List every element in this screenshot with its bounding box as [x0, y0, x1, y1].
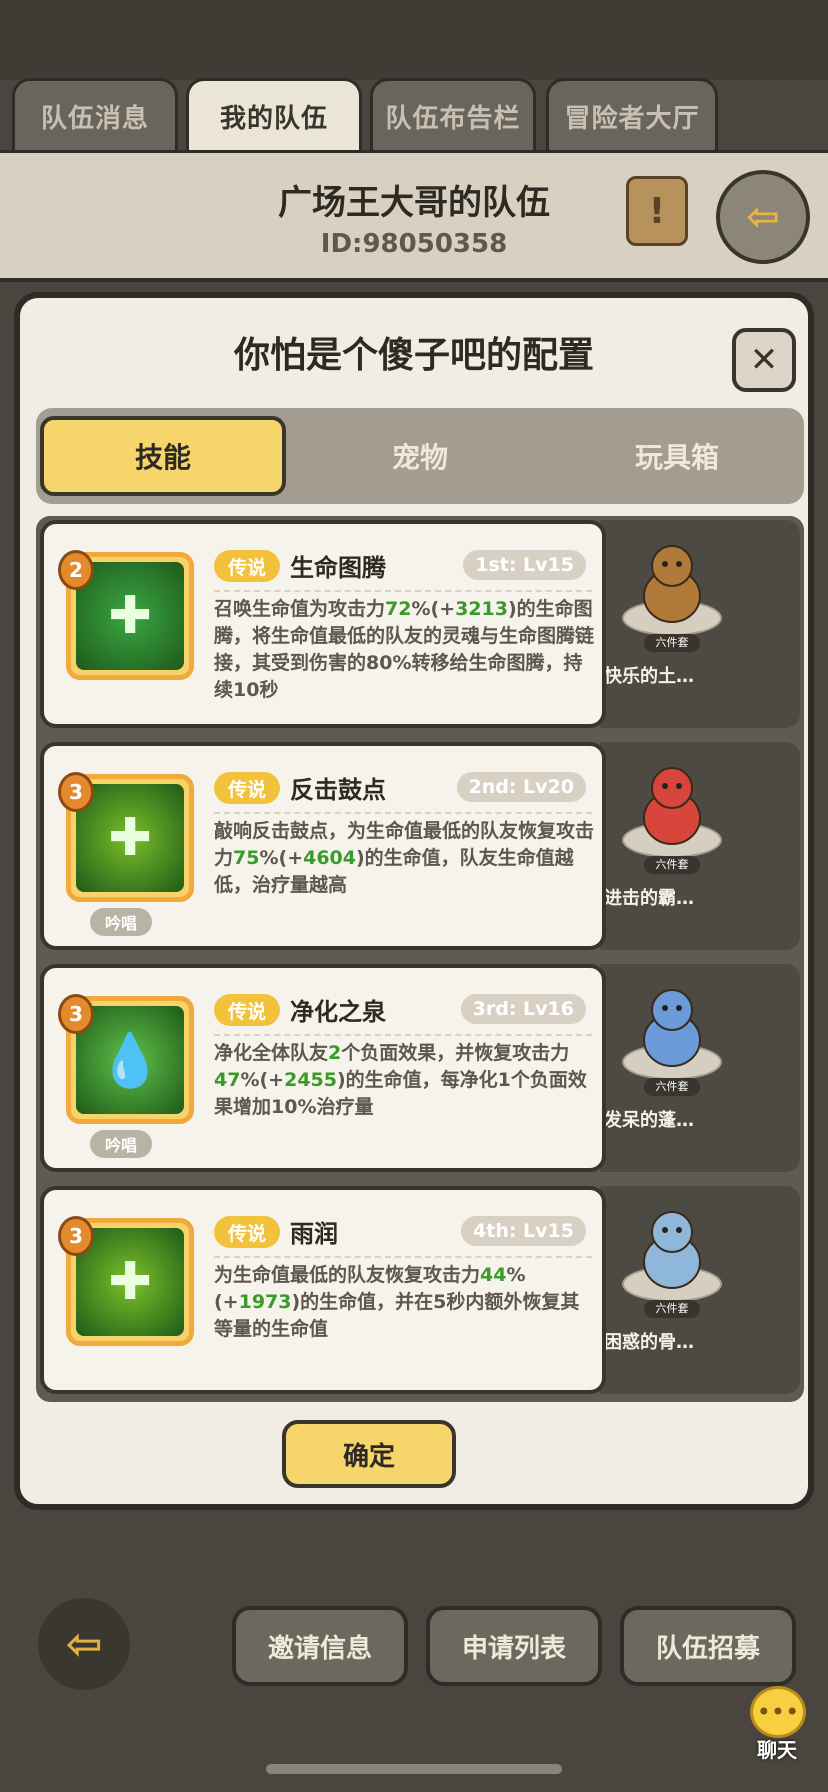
- pet-figure-icon: [643, 545, 701, 623]
- skill-description: 为生命值最低的队友恢复攻击力44%(+1973)的生命值，并在5秒内额外恢复其等…: [214, 1262, 598, 1343]
- skill-row[interactable]: 六件套 困惑的骨… ✚ 3 传说 雨润 4th: Lv15 为生命值最低的队友恢…: [40, 1186, 800, 1398]
- desc-fragment: 1973: [238, 1291, 292, 1313]
- skills-list: 六件套 快乐的土… ✚ 2 传说 生命图腾 1st: Lv15 召唤生命值为攻击…: [36, 516, 804, 1402]
- pet-slot[interactable]: 六件套 进击的霸…: [600, 742, 800, 950]
- desc-fragment: %(+: [240, 1069, 285, 1091]
- desc-fragment: 44: [480, 1264, 507, 1286]
- exit-team-icon[interactable]: ⇦: [716, 170, 810, 264]
- legend-badge: 传说: [214, 1216, 280, 1248]
- chat-button[interactable]: ••• 聊天: [742, 1686, 812, 1762]
- desc-fragment: 3213: [455, 598, 508, 620]
- chant-tag: 吟唱: [90, 1130, 152, 1158]
- pet-name: 进击的霸…: [604, 888, 694, 909]
- invite-info-button[interactable]: 邀请信息: [232, 1606, 408, 1686]
- tab-pets[interactable]: 宠物: [297, 416, 543, 496]
- tab-team-messages[interactable]: 队伍消息: [12, 78, 178, 152]
- team-tabs: 队伍消息 我的队伍 队伍布告栏 冒险者大厅: [0, 78, 828, 152]
- back-arrow-icon: ⇦: [65, 1618, 103, 1670]
- config-subtabs: 技能 宠物 玩具箱: [36, 408, 804, 504]
- pet-set-tag: 六件套: [644, 856, 700, 874]
- pet-name: 困惑的骨…: [604, 1332, 694, 1353]
- skill-row[interactable]: 六件套 快乐的土… ✚ 2 传说 生命图腾 1st: Lv15 召唤生命值为攻击…: [40, 520, 800, 732]
- skill-card[interactable]: 💧 3 吟唱 传说 净化之泉 3rd: Lv16 净化全体队友2个负面效果，并恢…: [40, 964, 606, 1172]
- legend-badge: 传说: [214, 550, 280, 582]
- skill-name: 雨润: [290, 1220, 338, 1248]
- tab-my-team[interactable]: 我的队伍: [186, 78, 362, 152]
- desc-fragment: %(+: [259, 847, 304, 869]
- pet-set-tag: 六件套: [644, 634, 700, 652]
- team-id: ID:98050358: [320, 229, 508, 259]
- skill-description: 敲响反击鼓点，为生命值最低的队友恢复攻击力75%(+4604)的生命值，队友生命…: [214, 818, 598, 899]
- confirm-button[interactable]: 确定: [282, 1420, 456, 1488]
- modal-title: 你怕是个傻子吧的配置: [233, 335, 594, 376]
- tab-skills[interactable]: 技能: [40, 416, 286, 496]
- skill-level-badge: 2nd: Lv20: [456, 772, 586, 802]
- tab-team-bulletin[interactable]: 队伍布告栏: [370, 78, 536, 152]
- divider: [214, 1256, 592, 1258]
- pet-figure-icon: [643, 989, 701, 1067]
- pet-name: 发呆的蓬…: [604, 1110, 694, 1131]
- team-header: 广场王大哥的队伍 ID:98050358: [0, 150, 828, 282]
- legend-badge: 传说: [214, 772, 280, 804]
- desc-fragment: 个负面效果，并恢复攻击力: [341, 1042, 570, 1064]
- desc-fragment: 4604: [303, 847, 356, 869]
- chant-tag: 吟唱: [90, 908, 152, 936]
- notice-scroll-icon[interactable]: !: [626, 176, 688, 246]
- team-name: 广场王大哥的队伍: [278, 183, 550, 223]
- pet-slot[interactable]: 六件套 困惑的骨…: [600, 1186, 800, 1394]
- skill-card[interactable]: ✚ 3 吟唱 传说 反击鼓点 2nd: Lv20 敲响反击鼓点，为生命值最低的队…: [40, 742, 606, 950]
- divider: [214, 812, 592, 814]
- desc-fragment: 净化全体队友: [214, 1042, 329, 1064]
- back-button[interactable]: ⇦: [38, 1598, 130, 1690]
- skill-level-badge: 1st: Lv15: [463, 550, 586, 580]
- apply-list-button[interactable]: 申请列表: [426, 1606, 602, 1686]
- pet-name: 快乐的土…: [604, 666, 694, 687]
- skill-card[interactable]: ✚ 3 传说 雨润 4th: Lv15 为生命值最低的队友恢复攻击力44%(+1…: [40, 1186, 606, 1394]
- desc-fragment: 47: [214, 1069, 241, 1091]
- skill-rank-badge: 3: [58, 772, 94, 812]
- config-modal: 你怕是个傻子吧的配置 ✕ 技能 宠物 玩具箱 六件套 快乐的土… ✚ 2 传说 …: [14, 292, 814, 1510]
- pet-figure-icon: [643, 1211, 701, 1289]
- desc-fragment: 为生命值最低的队友恢复攻击力: [214, 1264, 481, 1286]
- close-icon: ✕: [749, 340, 779, 380]
- pet-slot[interactable]: 六件套 发呆的蓬…: [600, 964, 800, 1172]
- desc-fragment: 2455: [284, 1069, 337, 1091]
- top-bar: [0, 0, 828, 80]
- skill-level-badge: 3rd: Lv16: [460, 994, 586, 1024]
- skill-description: 净化全体队友2个负面效果，并恢复攻击力47%(+2455)的生命值，每净化1个负…: [214, 1040, 598, 1121]
- divider: [214, 1034, 592, 1036]
- pet-set-tag: 六件套: [644, 1300, 700, 1318]
- skill-rank-badge: 2: [58, 550, 94, 590]
- skill-name: 反击鼓点: [290, 776, 386, 804]
- chat-label: 聊天: [757, 1738, 797, 1762]
- skill-name: 净化之泉: [290, 998, 386, 1026]
- skill-description: 召唤生命值为攻击力72%(+3213)的生命图腾，将生命值最低的队友的灵魂与生命…: [214, 596, 598, 704]
- skill-rank-badge: 3: [58, 1216, 94, 1256]
- close-button[interactable]: ✕: [732, 328, 796, 392]
- skill-level-badge: 4th: Lv15: [461, 1216, 586, 1246]
- chat-icon: •••: [750, 1686, 806, 1738]
- tab-adventurer-hall[interactable]: 冒险者大厅: [546, 78, 718, 152]
- skill-rank-badge: 3: [58, 994, 94, 1034]
- home-indicator[interactable]: [266, 1764, 562, 1774]
- legend-badge: 传说: [214, 994, 280, 1026]
- pet-figure-icon: [643, 767, 701, 845]
- desc-fragment: 2: [328, 1042, 342, 1064]
- skill-card[interactable]: ✚ 2 传说 生命图腾 1st: Lv15 召唤生命值为攻击力72%(+3213…: [40, 520, 606, 728]
- team-recruit-button[interactable]: 队伍招募: [620, 1606, 796, 1686]
- skill-row[interactable]: 六件套 进击的霸… ✚ 3 吟唱 传说 反击鼓点 2nd: Lv20 敲响反击鼓…: [40, 742, 800, 954]
- tab-toybox[interactable]: 玩具箱: [554, 416, 800, 496]
- pet-set-tag: 六件套: [644, 1078, 700, 1096]
- desc-fragment: 召唤生命值为攻击力: [214, 598, 386, 620]
- desc-fragment: %(+: [411, 598, 456, 620]
- skill-row[interactable]: 六件套 发呆的蓬… 💧 3 吟唱 传说 净化之泉 3rd: Lv16 净化全体队…: [40, 964, 800, 1176]
- desc-fragment: 72: [385, 598, 412, 620]
- skill-name: 生命图腾: [290, 554, 386, 582]
- desc-fragment: 75: [233, 847, 260, 869]
- pet-slot[interactable]: 六件套 快乐的土…: [600, 520, 800, 728]
- divider: [214, 590, 592, 592]
